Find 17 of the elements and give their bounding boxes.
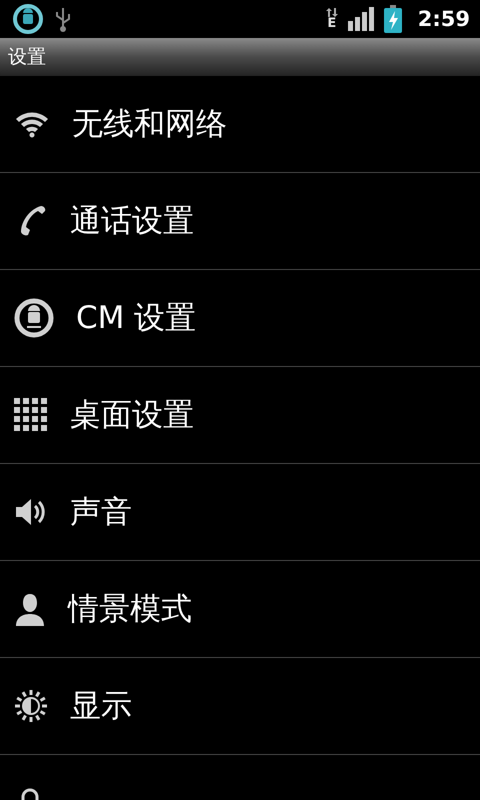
wifi-icon xyxy=(14,110,50,138)
signal-icon xyxy=(348,7,374,31)
brightness-icon xyxy=(14,689,48,723)
battery-charging-icon xyxy=(384,5,402,33)
network-type-indicator: E xyxy=(326,8,338,30)
settings-item[interactable]: 声音 xyxy=(0,464,480,561)
usb-icon xyxy=(54,6,72,32)
person-icon xyxy=(14,592,46,626)
settings-item[interactable]: 无线和网络 xyxy=(0,76,480,173)
settings-item[interactable]: 桌面设置 xyxy=(0,367,480,464)
settings-item[interactable]: 显示 xyxy=(0,658,480,755)
settings-item[interactable]: 通话设置 xyxy=(0,173,480,270)
grid-icon xyxy=(14,398,48,432)
settings-item[interactable]: 情景模式 xyxy=(0,561,480,658)
clock-time: 2:59 xyxy=(418,7,470,31)
settings-item[interactable]: CM 设置 xyxy=(0,270,480,367)
screen-title: 设置 xyxy=(8,45,46,70)
